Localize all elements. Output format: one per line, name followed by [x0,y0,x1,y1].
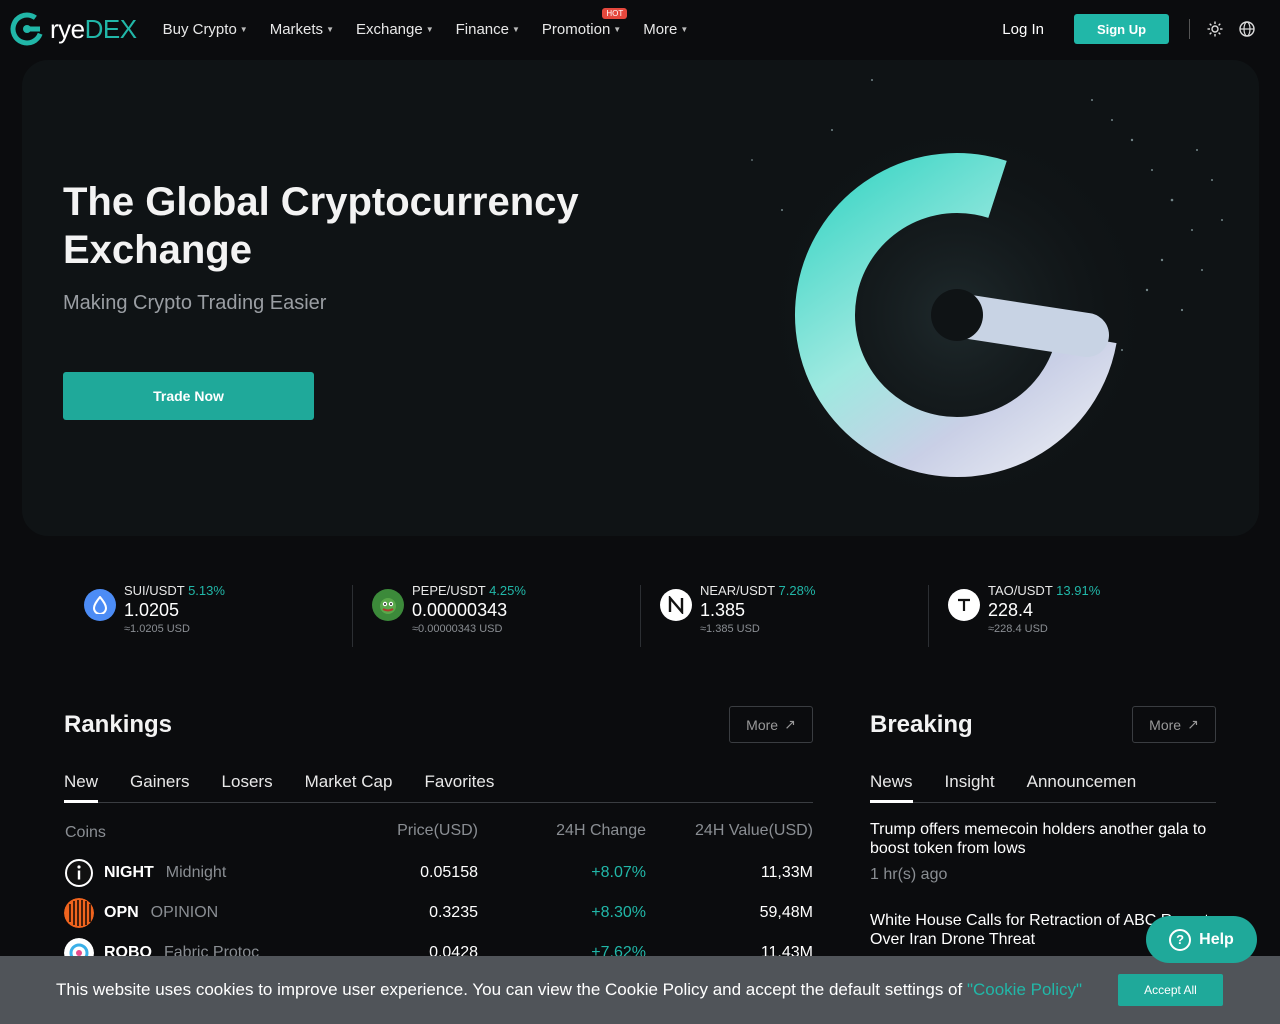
coin-change: +8.30% [591,904,646,921]
logo[interactable]: ryeDEX [10,12,137,46]
ticker-card[interactable]: SUI/USDT 5.13% 1.0205 ≈1.0205 USD [64,583,352,647]
col-change: 24H Change [556,822,646,839]
rankings-tabs: New Gainers Losers Market Cap Favorites [64,772,813,803]
ticker-price: 1.0205 [124,600,180,620]
login-link[interactable]: Log In [1002,21,1044,38]
tab-losers[interactable]: Losers [222,772,273,802]
tab-new[interactable]: New [64,772,99,803]
logo-text: ryeDEX [50,13,137,44]
coin-value: 59,48M [759,904,813,921]
menu-finance[interactable]: Finance ▼ [456,21,520,38]
ticker-pair: PEPE/USDT 4.25% [412,583,526,598]
top-nav: ryeDEX Buy Crypto ▼ Markets ▼ Exchange ▼ Fi… [0,0,1280,58]
midnight-coin-icon [65,859,93,887]
help-button[interactable]: ? Help [1146,916,1257,963]
rankings-more-button[interactable]: More ↗ [729,706,813,743]
ticker-strip: SUI/USDT 5.13% 1.0205 ≈1.0205 USD PEPE/U… [64,583,1216,647]
question-icon: ? [1169,928,1192,951]
coin-symbol: NIGHT [104,864,154,881]
coin-price: 0.3235 [429,904,478,921]
ticker-price: 228.4 [988,600,1034,620]
menu-buy-crypto[interactable]: Buy Crypto ▼ [163,21,248,38]
theme-toggle-icon[interactable] [1206,20,1224,38]
main-menu: Buy Crypto ▼ Markets ▼ Exchange ▼ Finance ▼ … [163,7,711,38]
tab-news[interactable]: News [870,772,913,803]
tab-insight[interactable]: Insight [945,772,995,802]
divider [1189,19,1190,39]
signup-button[interactable]: Sign Up [1074,14,1169,44]
breaking-more-button[interactable]: More ↗ [1132,706,1216,743]
news-item[interactable]: Trump offers memecoin holders another ga… [870,820,1216,884]
news-time: 1 hr(s) ago [870,866,948,883]
table-header: Coins Price(USD) 24H Change 24H Value(US… [64,822,813,844]
caret-down-icon: ▼ [613,24,622,34]
ryedex-logo-icon [10,12,44,46]
menu-markets[interactable]: Markets ▼ [270,21,334,38]
hot-badge: HOT [602,7,628,19]
tao-icon [948,589,980,621]
arrow-up-right-icon: ↗ [1187,716,1199,732]
opinion-coin-icon [64,898,94,928]
col-coins: Coins [65,824,106,841]
ticker-price: 1.385 [700,600,746,620]
tab-announcements[interactable]: Announcemen [1027,772,1137,802]
ticker-pair: SUI/USDT 5.13% [124,583,225,598]
coin-name: OPINION [150,904,219,921]
ticker-card[interactable]: PEPE/USDT 4.25% 0.00000343 ≈0.00000343 U… [352,583,640,647]
caret-down-icon: ▼ [425,24,434,34]
caret-down-icon: ▼ [680,24,689,34]
col-price: Price(USD) [397,822,478,839]
ticker-usd-value: ≈228.4 USD [988,623,1048,635]
pepe-icon [372,589,404,621]
ticker-card[interactable]: TAO/USDT 13.91% 228.4 ≈228.4 USD [928,583,1216,647]
sui-icon [84,589,116,621]
caret-down-icon: ▼ [512,24,520,34]
ticker-pair: NEAR/USDT 7.28% [700,583,816,598]
coin-change: +8.07% [591,864,646,881]
arrow-up-right-icon: ↗ [784,716,796,732]
ticker-card[interactable]: NEAR/USDT 7.28% 1.385 ≈1.385 USD [640,583,928,647]
menu-promotion[interactable]: Promotion ▼ HOT [542,7,628,38]
breaking-title: Breaking [870,711,973,738]
rankings-title: Rankings [64,711,173,738]
cookie-banner: This website uses cookies to improve use… [0,956,1280,1024]
hero-banner: The Global Cryptocurrency Exchange Makin… [22,60,1259,536]
tab-market-cap[interactable]: Market Cap [305,772,393,802]
breaking-tabs: News Insight Announcemen [870,772,1216,803]
accept-all-button[interactable]: Accept All [1118,974,1223,1006]
coin-symbol: OPN [104,904,139,921]
hero-subtitle: Making Crypto Trading Easier [63,292,327,314]
menu-exchange[interactable]: Exchange ▼ [356,21,434,38]
col-value: 24H Value(USD) [695,822,813,839]
menu-more[interactable]: More ▼ [643,21,688,38]
hero-3d-logo-illustration [751,79,1223,515]
ticker-usd-value: ≈1.385 USD [700,623,760,635]
coin-value: 11,33M [760,864,813,881]
coin-name: Midnight [165,864,227,881]
ticker-price: 0.00000343 [412,600,508,620]
table-row[interactable]: OPN OPINION 0.3235 +8.30% 59,48M [64,893,813,933]
table-row[interactable]: NIGHT Midnight 0.05158 +8.07% 11,33M [64,853,813,893]
coin-price: 0.05158 [420,864,478,881]
near-icon [660,589,692,621]
ticker-usd-value: ≈0.00000343 USD [412,623,503,635]
news-headline: Trump offers memecoin holders another ga… [870,821,1207,857]
nav-right: Log In Sign Up [1002,14,1270,44]
globe-language-icon[interactable] [1238,20,1256,38]
ticker-usd-value: ≈1.0205 USD [124,623,190,635]
caret-down-icon: ▼ [326,24,334,34]
caret-down-icon: ▼ [239,24,248,34]
ticker-pair: TAO/USDT 13.91% [988,583,1101,598]
tab-favorites[interactable]: Favorites [424,772,494,802]
rankings-table: Coins Price(USD) 24H Change 24H Value(US… [64,822,813,973]
cookie-text: This website uses cookies to improve use… [56,980,1083,999]
tab-gainers[interactable]: Gainers [130,772,190,802]
cookie-policy-link[interactable]: "Cookie Policy" [967,980,1082,999]
hero-title: The Global Cryptocurrency Exchange [63,180,579,272]
trade-now-button[interactable]: Trade Now [63,372,314,420]
